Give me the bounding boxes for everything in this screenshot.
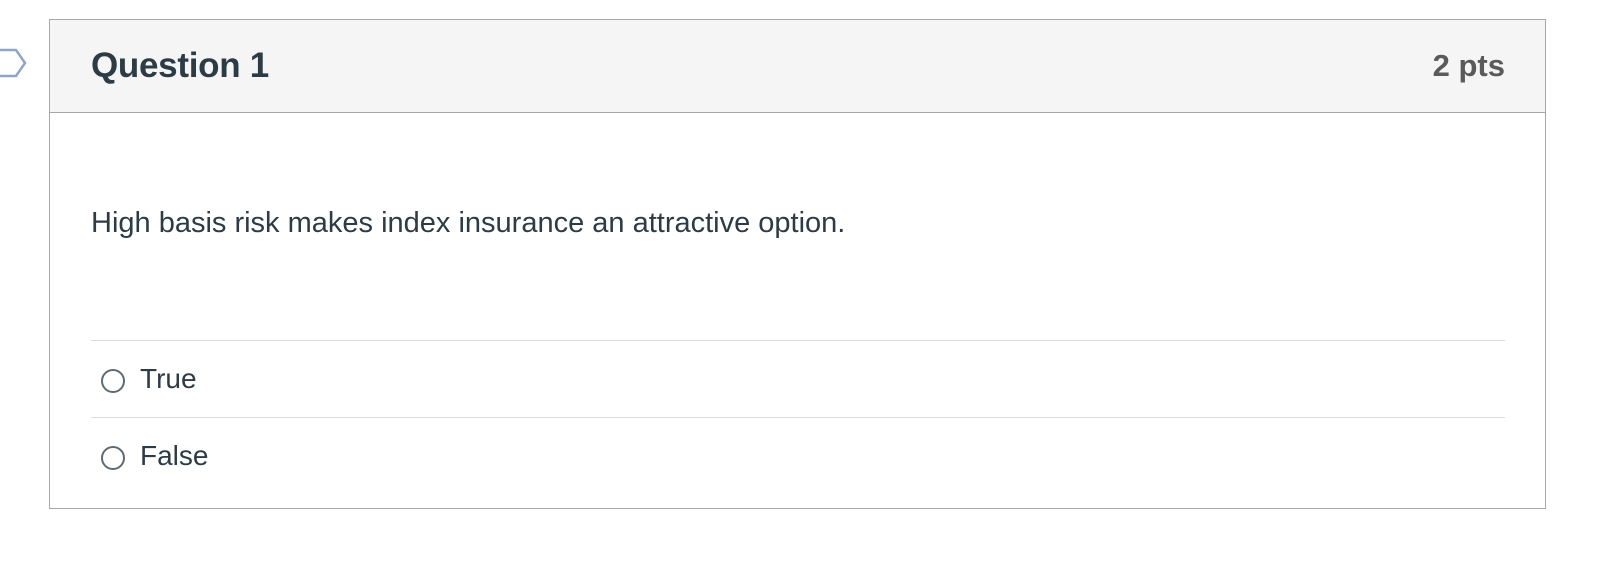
answer-option-false[interactable]: False	[91, 417, 1505, 493]
answer-list: True False	[91, 340, 1505, 493]
question-text: High basis risk makes index insurance an…	[91, 207, 846, 239]
flag-question-icon[interactable]	[0, 47, 28, 79]
answer-label-true: True	[140, 363, 197, 394]
question-body: High basis risk makes index insurance an…	[50, 113, 1545, 493]
question-title: Question 1	[91, 46, 269, 85]
answer-label-false: False	[140, 439, 209, 471]
radio-unchecked-icon[interactable]	[101, 445, 125, 470]
answer-option-true[interactable]: True	[91, 341, 1505, 417]
question-points: 2 pts	[1432, 48, 1505, 83]
question-header: Question 1 2 pts	[50, 20, 1545, 113]
question-card: Question 1 2 pts High basis risk makes i…	[49, 19, 1546, 509]
radio-unchecked-icon[interactable]	[101, 369, 125, 393]
